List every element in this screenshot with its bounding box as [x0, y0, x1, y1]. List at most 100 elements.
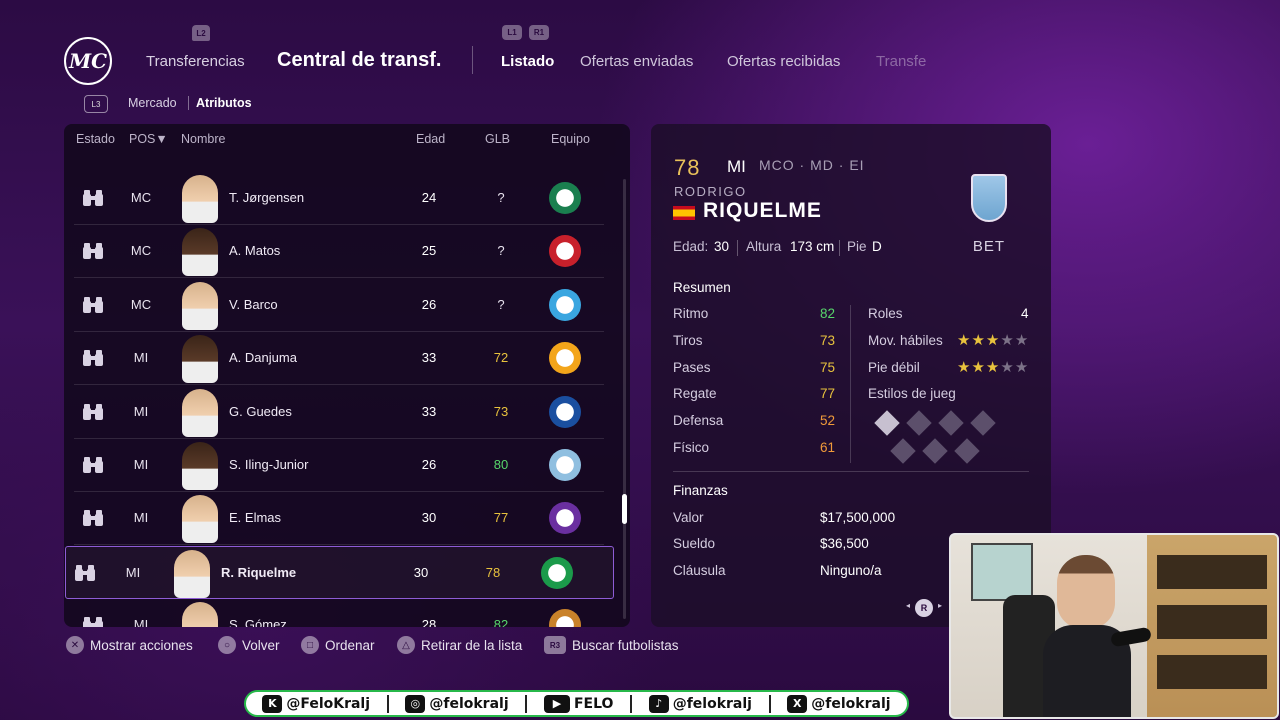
scrollbar-thumb[interactable] — [622, 494, 627, 524]
player-rating: ? — [497, 296, 505, 312]
tab-transferencias-truncated[interactable]: Transfe — [876, 53, 926, 70]
player-last-name: RIQUELME — [703, 199, 822, 222]
table-row[interactable]: MC A. Matos 25 ? — [74, 225, 604, 279]
playstyle-slot[interactable] — [938, 410, 964, 436]
hint-label: Volver — [242, 637, 280, 653]
player-portrait — [182, 175, 218, 223]
tab-ofertas-enviadas[interactable]: Ofertas enviadas — [580, 53, 693, 70]
tab-ofertas-recibidas[interactable]: Ofertas recibidas — [727, 53, 840, 70]
table-row[interactable]: MC T. Jørgensen 24 ? — [74, 172, 604, 225]
foot-value: D — [872, 239, 882, 254]
col-header-pos[interactable]: POS▼ — [129, 132, 168, 146]
hint-remove-from-list[interactable]: △ Retirar de la lista — [397, 636, 522, 654]
age-label: Edad: — [673, 239, 709, 254]
stat-value: 75 — [819, 360, 835, 375]
player-age: 33 — [421, 350, 437, 366]
hint-show-actions[interactable]: ✕ Mostrar acciones — [66, 636, 193, 654]
hint-search-players[interactable]: R3 Buscar futbolistas — [544, 636, 679, 654]
player-age: 24 — [421, 190, 437, 205]
player-club: BET — [972, 238, 1006, 255]
nav-transferencias[interactable]: Transferencias — [146, 53, 245, 70]
player-name: A. Matos — [229, 243, 281, 259]
playstyle-slot[interactable] — [890, 438, 916, 464]
roles-label: Roles — [868, 306, 903, 321]
player-age: 25 — [421, 243, 437, 259]
table-row[interactable]: MI E. Elmas 30 77 — [74, 492, 604, 546]
hint-sort[interactable]: □ Ordenar — [301, 636, 375, 654]
summary-title: Resumen — [673, 280, 731, 295]
playstyle-slot[interactable] — [970, 410, 996, 436]
player-age: 30 — [413, 564, 429, 580]
social-divider — [630, 694, 633, 713]
table-row-selected[interactable]: MI R. Riquelme 30 78 — [65, 545, 614, 599]
player-position: MI — [133, 457, 149, 472]
circle-button-icon: ○ — [218, 636, 236, 654]
weak-foot-stars: ★★★★★ — [957, 358, 1029, 376]
club-crest-icon — [549, 288, 581, 321]
playstyle-slot[interactable] — [906, 410, 932, 436]
hint-label: Mostrar acciones — [90, 637, 193, 653]
l1-button-icon: L1 — [502, 25, 522, 40]
player-position: MC — [130, 190, 152, 205]
table-row[interactable]: MI G. Guedes 33 73 — [74, 386, 604, 439]
club-crest-icon — [541, 556, 573, 589]
player-rating: 73 — [493, 403, 509, 419]
player-name: S. Gómez — [229, 617, 287, 627]
playstyle-slot[interactable] — [922, 438, 948, 464]
player-age: 33 — [421, 403, 437, 419]
instagram-icon: ◎ — [405, 694, 426, 713]
star-icon: ★ — [971, 332, 986, 349]
social-handle: @FeloKralj — [286, 695, 371, 712]
table-row[interactable]: MC V. Barco 26 ? — [74, 279, 604, 332]
playstyle-slot[interactable] — [954, 438, 980, 464]
triangle-button-icon: △ — [397, 636, 415, 654]
player-position: MI — [727, 157, 746, 176]
col-header-edad[interactable]: Edad — [416, 132, 445, 146]
star-icon: ★ — [971, 359, 986, 376]
subnav-mercado[interactable]: Mercado — [128, 96, 177, 110]
player-age: 26 — [421, 457, 437, 472]
header-divider — [472, 46, 473, 74]
star-icon: ★ — [957, 359, 972, 376]
wall-poster — [971, 543, 1033, 601]
scout-binoculars-icon — [75, 564, 95, 581]
stat-label: Defensa — [673, 413, 724, 428]
player-name: E. Elmas — [229, 510, 282, 526]
club-crest-icon — [549, 342, 581, 375]
social-kick: K @FeloKralj — [262, 694, 371, 713]
foot-label: Pie — [847, 239, 867, 254]
player-name: S. Iling-Junior — [229, 457, 309, 472]
col-header-nombre[interactable]: Nombre — [181, 132, 225, 146]
star-icon: ★ — [1000, 359, 1015, 376]
finance-value: Ninguno/a — [820, 563, 882, 578]
player-age: 26 — [421, 296, 437, 312]
stat-label: Físico — [673, 440, 710, 455]
scout-binoculars-icon — [83, 457, 103, 473]
hint-back[interactable]: ○ Volver — [218, 636, 280, 654]
player-portrait — [182, 442, 218, 490]
social-handle: @felokralj — [672, 695, 752, 712]
subnav-atributos[interactable]: Atributos — [196, 96, 252, 110]
scrollbar-track[interactable] — [623, 179, 626, 619]
col-header-equipo[interactable]: Equipo — [551, 132, 590, 146]
table-row[interactable]: MI A. Danjuma 33 72 — [74, 332, 604, 386]
player-portrait — [174, 549, 210, 598]
cross-button-icon: ✕ — [66, 636, 84, 654]
r-stick-button-icon[interactable]: R — [915, 599, 933, 617]
player-portrait — [182, 602, 218, 627]
playstyle-icon[interactable] — [874, 410, 900, 436]
table-row[interactable]: MI S. Gómez 28 82 — [74, 599, 604, 627]
col-header-glb[interactable]: GLB — [485, 132, 510, 146]
social-x: X @felokralj — [787, 694, 891, 713]
r1-button-icon: R1 — [529, 25, 549, 40]
hint-label: Retirar de la lista — [421, 637, 523, 653]
age-value: 30 — [714, 239, 730, 254]
stat-value: 73 — [819, 333, 835, 348]
kick-icon: K — [262, 694, 283, 713]
club-crest-icon — [549, 182, 581, 214]
social-divider — [525, 694, 528, 713]
table-row[interactable]: MI S. Iling-Junior 26 80 — [74, 439, 604, 492]
playstyles-label: Estilos de juego — [868, 386, 955, 401]
col-header-estado[interactable]: Estado — [76, 132, 115, 146]
tab-listado[interactable]: Listado — [501, 53, 554, 70]
